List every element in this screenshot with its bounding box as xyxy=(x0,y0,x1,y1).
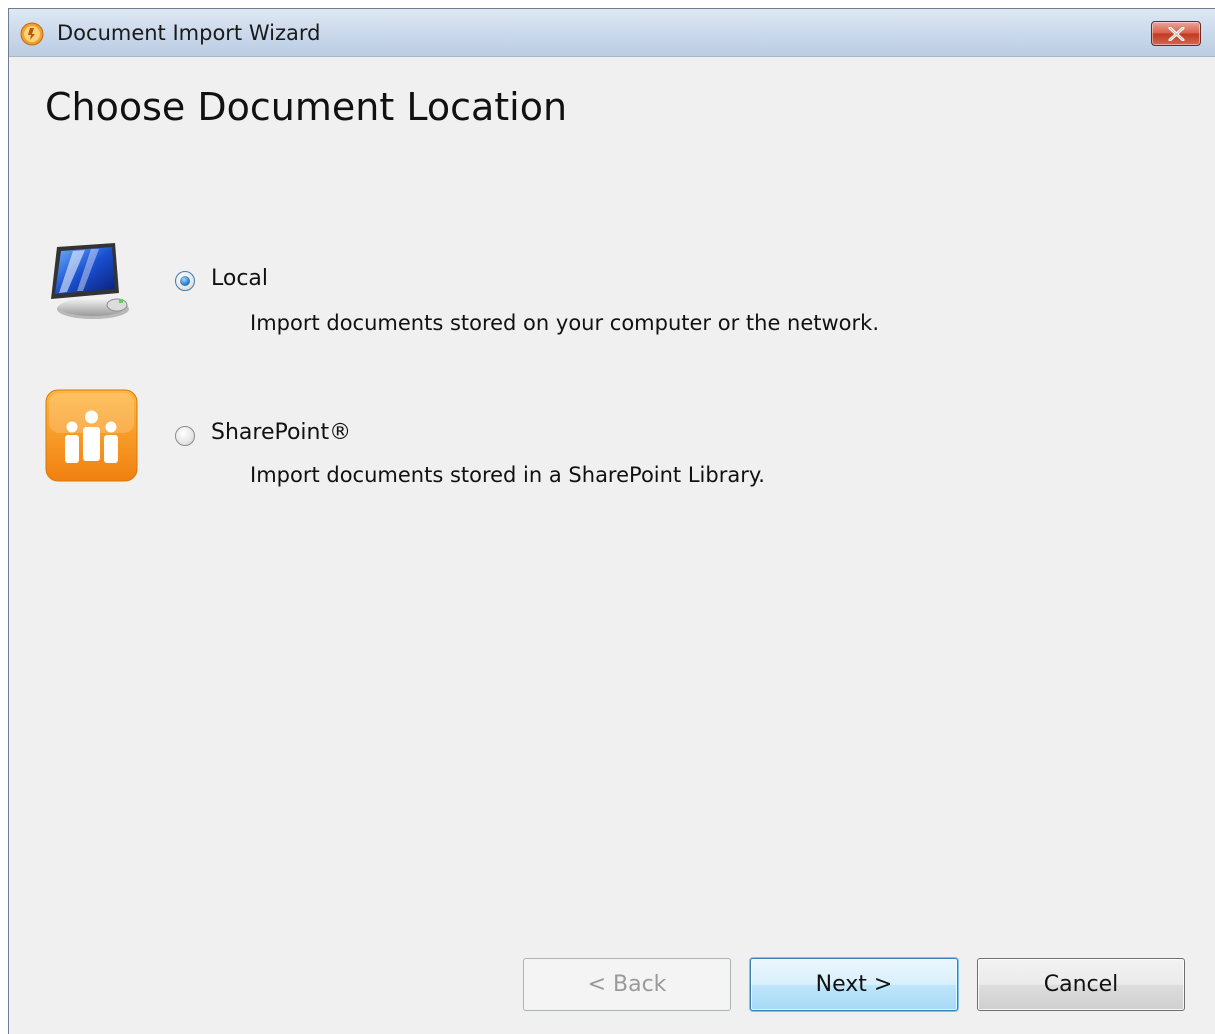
sharepoint-option-label[interactable]: SharePoint® xyxy=(211,420,351,445)
sharepoint-icon xyxy=(45,389,138,482)
app-icon xyxy=(20,22,44,46)
sharepoint-radio[interactable] xyxy=(175,426,195,446)
title-bar[interactable]: Document Import Wizard xyxy=(9,9,1215,57)
computer-icon xyxy=(51,243,129,319)
sharepoint-option-description: Import documents stored in a SharePoint … xyxy=(250,463,765,487)
cancel-button[interactable]: Cancel xyxy=(977,958,1185,1011)
local-radio[interactable] xyxy=(175,271,195,291)
wizard-window: Document Import Wizard Choose Document L… xyxy=(8,8,1215,1034)
local-option-description: Import documents stored on your computer… xyxy=(250,311,879,335)
page-title: Choose Document Location xyxy=(45,85,568,129)
next-button[interactable]: Next > xyxy=(750,958,958,1011)
close-button[interactable] xyxy=(1151,21,1201,46)
local-option-label[interactable]: Local xyxy=(211,266,268,291)
back-button[interactable]: < Back xyxy=(523,958,731,1011)
close-icon xyxy=(1168,27,1185,41)
window-title: Document Import Wizard xyxy=(57,21,321,45)
